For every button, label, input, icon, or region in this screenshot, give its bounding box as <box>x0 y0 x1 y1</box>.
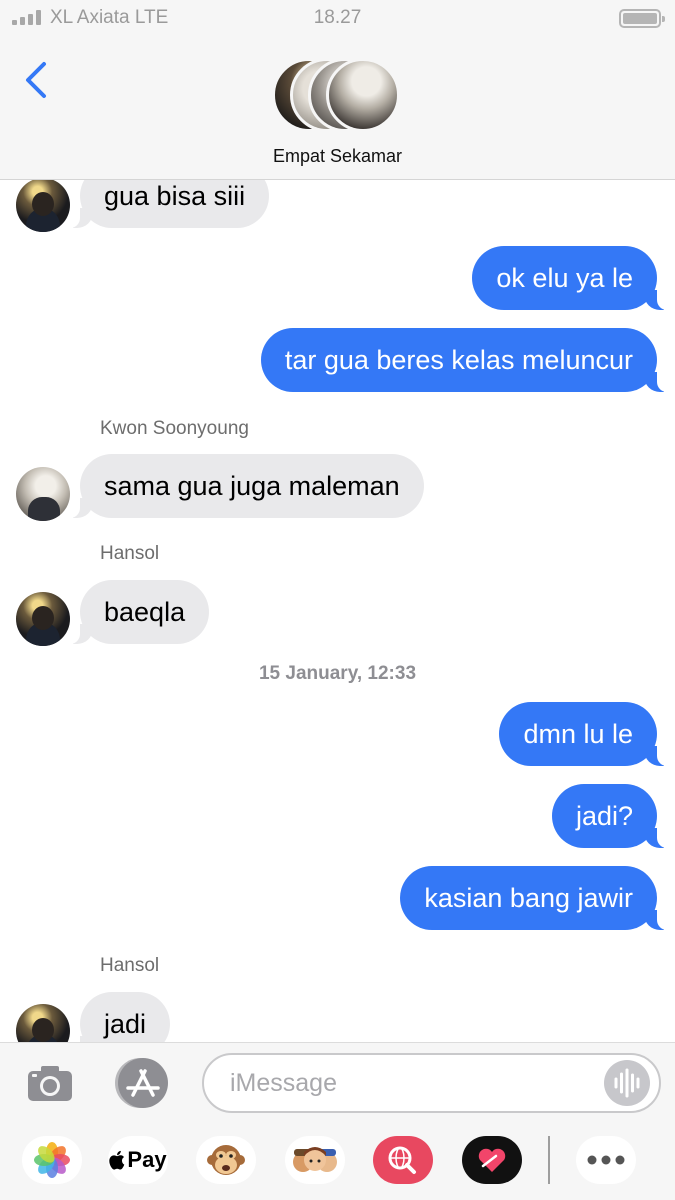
ellipsis-icon <box>587 1155 625 1165</box>
apple-logo-icon <box>109 1150 125 1170</box>
sender-name: Hansol <box>100 955 160 976</box>
hansol-avatar[interactable] <box>16 592 70 646</box>
member-avatar <box>326 58 400 132</box>
message-bubble-outgoing[interactable]: ok elu ya le <box>472 246 667 310</box>
animoji-app-button[interactable] <box>196 1136 256 1184</box>
more-apps-button[interactable] <box>576 1136 636 1184</box>
battery-icon <box>619 9 665 28</box>
memoji-app-button[interactable] <box>285 1136 345 1184</box>
digital-touch-app-button[interactable] <box>462 1136 522 1184</box>
group-avatar-stack[interactable] <box>272 58 404 134</box>
sender-name: Hansol <box>100 543 160 564</box>
kwon-soonyoung-avatar[interactable] <box>16 467 70 521</box>
camera-icon <box>28 1066 72 1101</box>
message-composer <box>0 1042 675 1122</box>
status-bar: XL Axiata LTE 18.27 <box>0 0 675 36</box>
status-time: 18.27 <box>313 7 362 28</box>
hansol-avatar[interactable] <box>16 1004 70 1042</box>
apple-pay-button[interactable]: Pay <box>108 1136 168 1184</box>
message-bubble-outgoing[interactable]: kasian bang jawir <box>400 866 667 930</box>
group-name[interactable]: Empat Sekamar <box>0 146 675 167</box>
monkey-face-icon <box>207 1145 245 1175</box>
message-bubble-incoming[interactable]: sama gua juga maleman <box>70 454 424 518</box>
message-bubble-outgoing[interactable]: dmn lu le <box>499 702 667 766</box>
message-bubble-outgoing[interactable]: jadi? <box>551 784 668 848</box>
hansol-avatar[interactable] <box>16 178 70 232</box>
heart-touch-icon <box>462 1136 522 1184</box>
conversation-header: XL Axiata LTE 18.27 Empat Sekamar <box>0 0 675 180</box>
waveform-icon <box>614 1068 640 1098</box>
globe-search-icon <box>373 1136 433 1184</box>
back-button[interactable] <box>20 58 60 102</box>
apple-pay-label: Pay <box>127 1147 167 1172</box>
message-bubble-outgoing[interactable]: tar gua beres kelas meluncur <box>260 328 668 392</box>
conversation-timestamp: 15 January, 12:33 <box>258 663 417 684</box>
camera-button[interactable] <box>26 1063 74 1103</box>
message-bubble-incoming[interactable]: jadi <box>69 992 171 1042</box>
photos-icon <box>34 1142 70 1178</box>
photos-app-button[interactable] <box>22 1136 82 1184</box>
app-drawer: Pay <box>0 1122 675 1200</box>
drawer-divider <box>548 1136 550 1184</box>
web-search-app-button[interactable] <box>373 1136 433 1184</box>
memoji-faces-icon <box>293 1147 337 1172</box>
chevron-left-icon <box>26 62 46 98</box>
app-store-icon <box>115 1058 168 1108</box>
app-store-button[interactable] <box>114 1057 172 1109</box>
audio-message-button[interactable] <box>604 1060 650 1106</box>
message-bubble-incoming[interactable]: baeqla <box>69 580 210 644</box>
sender-name: Kwon Soonyoung <box>100 418 249 439</box>
imessage-input[interactable] <box>202 1053 661 1113</box>
